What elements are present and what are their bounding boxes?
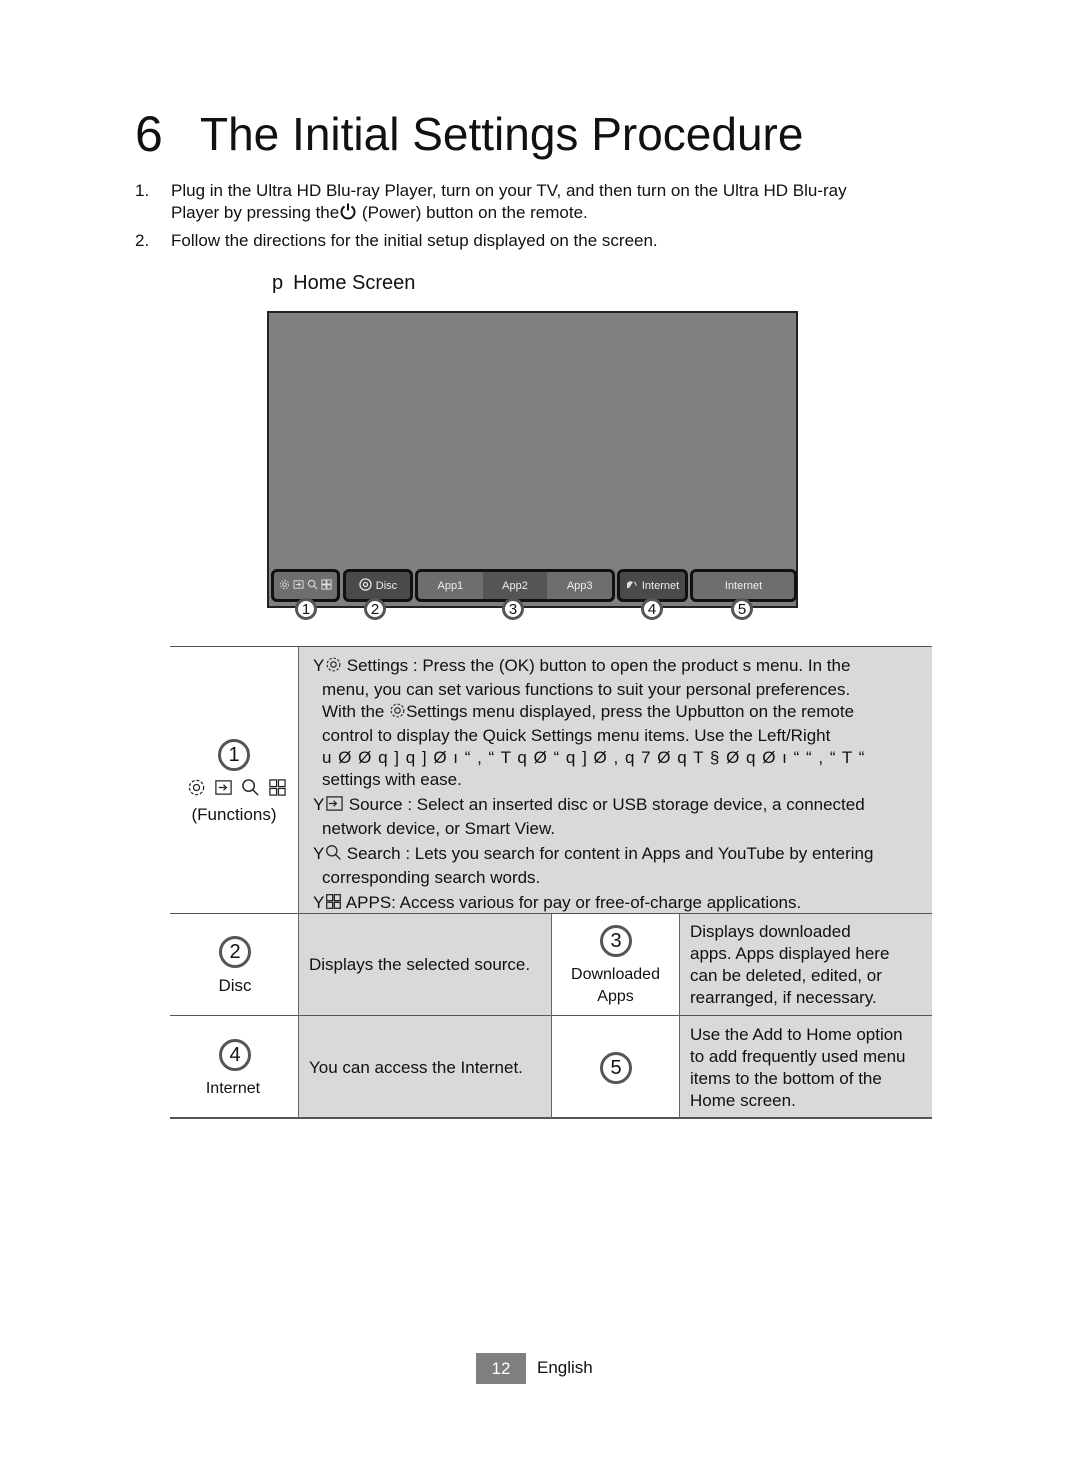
table-rule <box>170 646 932 647</box>
internet-label: Internet <box>641 579 680 592</box>
add-to-home-bar-item[interactable]: Internet <box>690 569 797 602</box>
search-icon <box>325 844 342 867</box>
step-text: Follow the directions for the initial se… <box>171 231 658 250</box>
apps-description: Displays downloaded apps. Apps displayed… <box>690 921 889 1009</box>
settings-text: control to display the Quick Settings me… <box>322 726 831 745</box>
description-line: items to the bottom of the <box>690 1069 882 1088</box>
apps-icon <box>325 893 342 916</box>
source-text: Source : Select an inserted disc or USB … <box>348 795 865 814</box>
disc-label: Disc <box>375 579 398 592</box>
step-number: 2. <box>135 231 150 250</box>
callout-5: 5 <box>600 1052 632 1084</box>
disc-icon <box>359 577 372 594</box>
internet-label: Internet <box>724 579 763 592</box>
settings-text: menu, you can set various functions to s… <box>322 680 851 699</box>
app-item-selected[interactable]: App2 <box>482 572 548 599</box>
step-text-line2: Player by pressing the (Power) button on… <box>171 202 588 226</box>
disc-label: Disc <box>218 976 252 995</box>
table-divider <box>298 647 299 1118</box>
add-home-description: Use the Add to Home option to add freque… <box>690 1024 905 1112</box>
settings-text-garbled: u Ø Ø q ] q ] Ø ı “ , “ T q Ø “ q ] Ø , … <box>322 748 866 767</box>
source-text: network device, or Smart View. <box>322 819 556 838</box>
callout-2: 2 <box>219 936 251 968</box>
settings-icon <box>325 656 342 679</box>
disc-description: Displays the selected source. <box>309 955 531 974</box>
description-line: can be deleted, edited, or <box>690 966 882 985</box>
page-number: 12 <box>476 1353 526 1384</box>
settings-icon <box>187 778 206 802</box>
source-icon <box>214 778 233 802</box>
table-divider <box>551 914 552 1118</box>
callout-5: 5 <box>731 598 753 620</box>
settings-text: Settings : Press the (OK) button to open… <box>346 656 851 675</box>
settings-text: Settings menu displayed, press the Upbut… <box>406 702 855 721</box>
settings-text: With the <box>322 702 385 721</box>
section-marker: p <box>272 272 284 294</box>
internet-description: You can access the Internet. <box>309 1058 523 1077</box>
section-title: Home Screen <box>293 272 416 294</box>
callout-3: 3 <box>600 925 632 957</box>
callout-4: 4 <box>641 598 663 620</box>
settings-icon <box>389 702 406 725</box>
label-line: Downloaded <box>571 966 660 983</box>
section-heading: p Home Screen <box>272 270 415 296</box>
search-icon <box>241 778 260 802</box>
source-icon <box>325 795 344 818</box>
callout-1: 1 <box>295 598 317 620</box>
source-item: Y Source : Select an inserted disc or US… <box>313 794 1053 818</box>
downloaded-apps-label: Downloaded Apps <box>552 964 679 1008</box>
description-line: Home screen. <box>690 1091 796 1110</box>
app-item[interactable]: App3 <box>547 572 612 599</box>
description-line: Use the Add to Home option <box>690 1025 903 1044</box>
search-item: Y Search : Lets you search for content i… <box>313 843 1053 867</box>
callout-2: 2 <box>364 598 386 620</box>
apps-item: Y APPS: Access various for pay or free-o… <box>313 892 1053 916</box>
internet-label: Internet <box>205 1080 261 1097</box>
callout-3: 3 <box>502 598 524 620</box>
power-icon <box>339 202 357 226</box>
search-icon <box>307 579 318 593</box>
description-line: apps. Apps displayed here <box>690 944 890 963</box>
description-line: to add frequently used menu <box>690 1047 906 1066</box>
callout-4: 4 <box>219 1039 251 1071</box>
search-text: Search : Lets you search for content in … <box>346 844 874 863</box>
apps-bar: App1 App2 App3 <box>415 569 615 602</box>
table-divider <box>679 914 680 1118</box>
bullet-mark: Y <box>313 844 325 863</box>
step-text: (Power) button on the remote. <box>357 203 588 222</box>
settings-icon <box>279 579 290 593</box>
disc-bar-item[interactable]: Disc <box>343 569 413 602</box>
apps-icon <box>268 778 287 802</box>
bullet-mark: Y <box>313 795 325 814</box>
app-item[interactable]: App1 <box>418 572 483 599</box>
step-text: Player by pressing the <box>171 203 340 222</box>
page-title: The Initial Settings Procedure <box>200 108 804 160</box>
settings-text: settings with ease. <box>322 770 462 789</box>
apps-text: APPS: Access various for pay or free-of-… <box>345 893 802 912</box>
search-text: corresponding search words. <box>322 868 541 887</box>
description-line: rearranged, if necessary. <box>690 988 877 1007</box>
label-line: Apps <box>597 988 634 1005</box>
step-number: 1. <box>135 181 150 200</box>
settings-text-line: With the Settings menu displayed, press … <box>313 701 1053 725</box>
language-label: English <box>537 1358 593 1377</box>
settings-item: Y Settings : Press the (OK) button to op… <box>313 655 1053 679</box>
functions-description: Y Settings : Press the (OK) button to op… <box>313 655 1053 916</box>
home-screen-illustration <box>267 311 798 608</box>
internet-icon <box>626 579 638 592</box>
functions-icons <box>182 778 292 802</box>
callout-1: 1 <box>218 739 250 771</box>
chapter-number: 6 <box>135 106 163 162</box>
source-icon <box>293 579 304 593</box>
description-line: Displays downloaded <box>690 922 851 941</box>
apps-icon <box>321 578 332 593</box>
functions-label: (Functions) <box>191 805 277 824</box>
bullet-mark: Y <box>313 893 325 912</box>
bullet-mark: Y <box>313 656 325 675</box>
step-text: Plug in the Ultra HD Blu-ray Player, tur… <box>171 181 847 200</box>
